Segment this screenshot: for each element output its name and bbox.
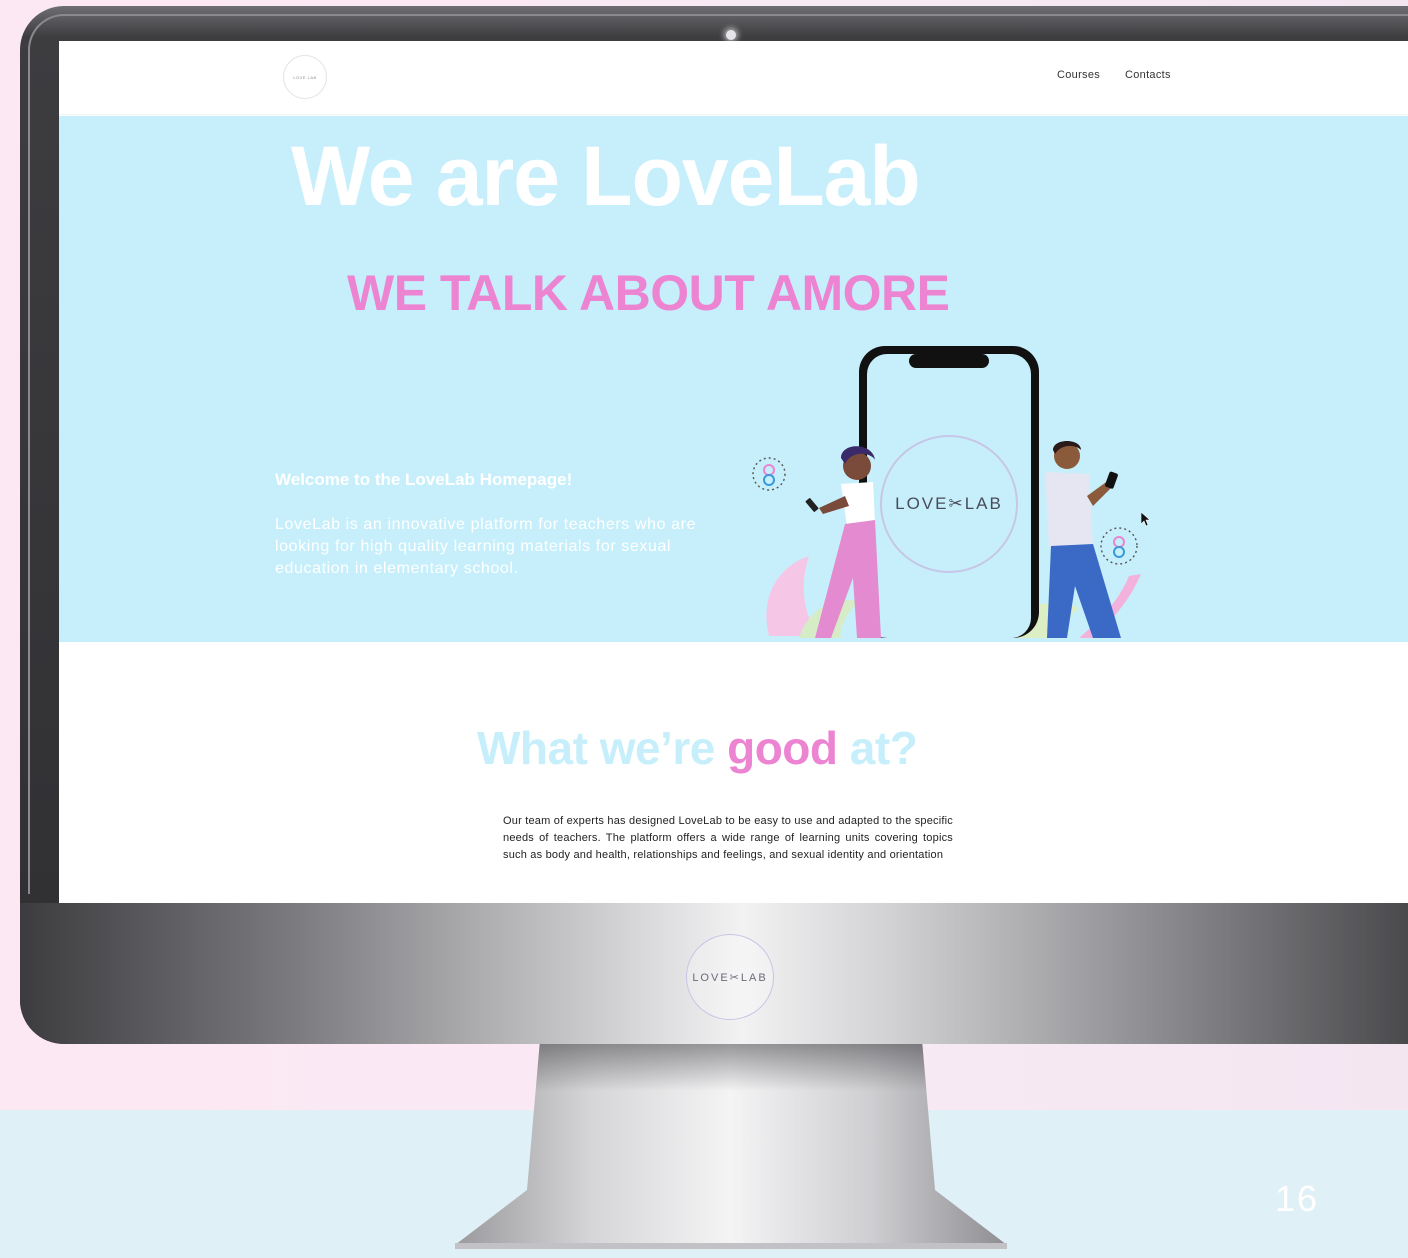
intro-paragraph: LoveLab is an innovative platform for te… [275, 516, 697, 577]
section-paragraph: Our team of experts has designed LoveLab… [503, 815, 953, 861]
section-title-part3: at? [837, 722, 918, 774]
nav-link-contacts[interactable]: Contacts [1125, 69, 1171, 81]
site-header: LOVE LAB Courses Contacts [59, 41, 1408, 115]
section-title: What we’re good at? [477, 721, 997, 781]
phone-notch [909, 354, 989, 368]
woman-phone-icon [805, 498, 819, 512]
section-title-part1: What we’re [477, 722, 728, 774]
hero-section: We are LoveLab WE TALK ABOUT AMORE Welco… [59, 116, 1408, 642]
website-screen: LOVE LAB Courses Contacts We are LoveLab… [59, 41, 1408, 903]
monitor-logo: LOVE✂LAB [686, 934, 774, 1020]
gender-symbol-icon [763, 474, 775, 486]
mouse-cursor-icon [1141, 512, 1151, 526]
welcome-heading: Welcome to the LoveLab Homepage! [275, 470, 573, 489]
webcam-icon [726, 30, 736, 40]
hero-illustration: LOVE✂LAB [749, 346, 1159, 642]
hero-title: We are LoveLab [291, 129, 921, 223]
monitor-stand [455, 1040, 1007, 1252]
gender-symbol-icon [1113, 546, 1125, 558]
man-phone-icon [1105, 471, 1118, 489]
hero-subtitle: WE TALK ABOUT AMORE [347, 265, 950, 321]
gender-symbol-icon [1113, 536, 1125, 548]
nav-link-courses[interactable]: Courses [1057, 69, 1100, 81]
woman-arm [819, 496, 849, 514]
gender-symbol-icon [763, 464, 775, 476]
slide-number: 16 [1274, 1178, 1320, 1219]
site-logo[interactable]: LOVE LAB [283, 55, 327, 99]
woman-pants [815, 520, 881, 638]
man-shirt [1045, 472, 1093, 548]
section-title-part2: good [727, 722, 838, 774]
phone-logo-text: LOVE✂LAB [895, 494, 1003, 513]
man-jeans [1047, 544, 1121, 638]
